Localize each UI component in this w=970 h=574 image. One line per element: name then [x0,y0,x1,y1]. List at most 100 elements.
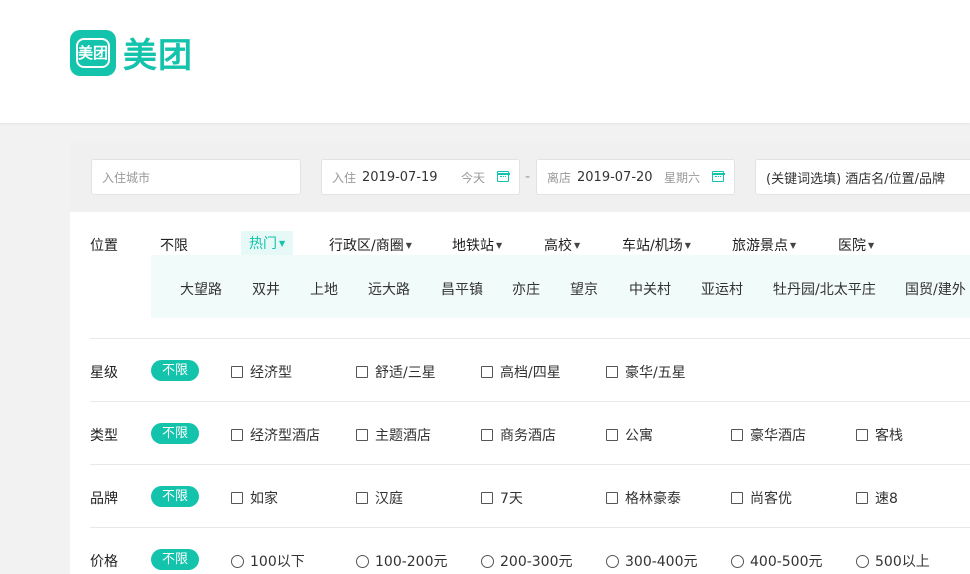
checkbox-icon[interactable] [606,366,618,378]
checkbox-icon[interactable] [481,492,493,504]
keyword-placeholder: (关键词选填) 酒店名/位置/品牌 [766,171,946,187]
brand-option[interactable]: 如家 [231,488,278,508]
tab-label: 医院 [838,238,866,254]
radio-icon[interactable] [231,554,244,568]
brand-option[interactable]: 7天 [481,488,523,508]
brand-option[interactable]: 汉庭 [356,488,403,508]
calendar-icon[interactable] [496,171,510,182]
price-option[interactable]: 500以上 [856,551,930,571]
area-item[interactable]: 双井 [252,279,280,299]
area-item[interactable]: 望京 [570,279,598,299]
price-option[interactable]: 200-300元 [481,551,573,571]
option-label: 7天 [500,491,523,507]
tab-label: 地铁站 [452,238,494,254]
site-header: 美团 美团 [0,0,970,123]
radio-icon[interactable] [731,554,744,568]
meituan-logo[interactable]: 美团 美团 [70,28,193,77]
checkout-date-field[interactable]: 离店 2019-07-20 星期六 [536,159,735,195]
star-option-premium[interactable]: 高档/四星 [481,362,561,382]
checkbox-icon[interactable] [606,429,618,441]
brand-option[interactable]: 格林豪泰 [606,488,681,508]
tab-location-university[interactable]: 高校 ▼ [544,235,580,255]
tab-label: 热门 [249,236,277,252]
option-label: 如家 [250,491,278,507]
checkin-date: 2019-07-19 [362,169,438,185]
star-all-button[interactable]: 不限 [151,360,199,381]
caret-down-icon: ▼ [574,241,581,250]
checkbox-icon[interactable] [606,492,618,504]
checkin-label: 入住 [332,170,357,185]
star-option-comfort[interactable]: 舒适/三星 [356,362,436,382]
radio-icon[interactable] [856,554,869,568]
checkbox-icon[interactable] [856,492,868,504]
area-item[interactable]: 亚运村 [701,279,743,299]
meituan-logo-icon: 美团 [70,29,116,76]
tab-location-subway[interactable]: 地铁站 ▼ [452,235,502,255]
type-option[interactable]: 豪华酒店 [731,425,806,445]
brand-option[interactable]: 速8 [856,488,898,508]
calendar-icon[interactable] [711,171,725,182]
tab-label: 车站/机场 [622,238,683,254]
radio-icon[interactable] [481,554,494,568]
area-item[interactable]: 上地 [310,279,338,299]
checkin-day: 今天 [460,170,485,185]
price-label: 价格 [90,554,118,570]
type-all-button[interactable]: 不限 [151,423,199,444]
price-all-button[interactable]: 不限 [151,549,199,570]
checkbox-icon[interactable] [356,366,368,378]
tab-location-all[interactable]: 不限 [160,235,188,255]
checkbox-icon[interactable] [856,429,868,441]
price-option[interactable]: 100-200元 [356,551,448,571]
checkout-day: 星期六 [663,170,700,185]
option-label: 100以下 [250,554,305,570]
price-option[interactable]: 400-500元 [731,551,823,571]
search-bar: 入住城市 入住 2019-07-19 今天 - 离店 2019-07-20 星期… [70,143,970,212]
checkbox-icon[interactable] [481,366,493,378]
radio-icon[interactable] [356,554,369,568]
type-option[interactable]: 经济型酒店 [231,425,320,445]
tab-location-district[interactable]: 行政区/商圈 ▼ [329,235,412,255]
checkbox-icon[interactable] [481,429,493,441]
checkbox-icon[interactable] [356,492,368,504]
area-item[interactable]: 中关村 [629,279,671,299]
checkbox-icon[interactable] [731,492,743,504]
area-item[interactable]: 牡丹园/北太平庄 [773,279,876,299]
option-label: 舒适/三星 [375,365,436,381]
star-option-luxury[interactable]: 豪华/五星 [606,362,686,382]
checkbox-icon[interactable] [731,429,743,441]
caret-down-icon: ▼ [279,239,286,248]
checkout-label: 离店 [547,170,572,185]
brand-option[interactable]: 尚客优 [731,488,792,508]
tab-location-hospital[interactable]: 医院 ▼ [838,235,874,255]
area-item[interactable]: 昌平镇 [441,279,483,299]
location-label: 位置 [90,238,118,254]
brand-label: 品牌 [90,491,118,507]
price-option[interactable]: 300-400元 [606,551,698,571]
tab-location-hot[interactable]: 热门 ▼ [241,231,294,256]
area-item[interactable]: 大望路 [180,279,222,299]
price-option[interactable]: 100以下 [231,551,305,571]
area-item[interactable]: 国贸/建外 [905,279,966,299]
checkin-date-field[interactable]: 入住 2019-07-19 今天 [321,159,520,195]
checkbox-icon[interactable] [356,429,368,441]
type-option[interactable]: 主题酒店 [356,425,431,445]
type-option[interactable]: 公寓 [606,425,653,445]
tab-label: 高校 [544,238,572,254]
option-label: 400-500元 [750,554,823,570]
type-option[interactable]: 商务酒店 [481,425,556,445]
brand-all-button[interactable]: 不限 [151,486,199,507]
radio-icon[interactable] [606,554,619,568]
checkbox-icon[interactable] [231,366,243,378]
checkbox-icon[interactable] [231,429,243,441]
star-option-economy[interactable]: 经济型 [231,362,292,382]
area-item[interactable]: 远大路 [368,279,410,299]
checkbox-icon[interactable] [231,492,243,504]
option-label: 500以上 [875,554,930,570]
option-label: 经济型酒店 [250,428,320,444]
city-input[interactable]: 入住城市 [91,159,301,195]
keyword-input[interactable]: (关键词选填) 酒店名/位置/品牌 [755,159,970,195]
type-option[interactable]: 客栈 [856,425,903,445]
tab-location-attraction[interactable]: 旅游景点 ▼ [732,235,796,255]
tab-location-station[interactable]: 车站/机场 ▼ [622,235,691,255]
area-item[interactable]: 亦庄 [512,279,540,299]
